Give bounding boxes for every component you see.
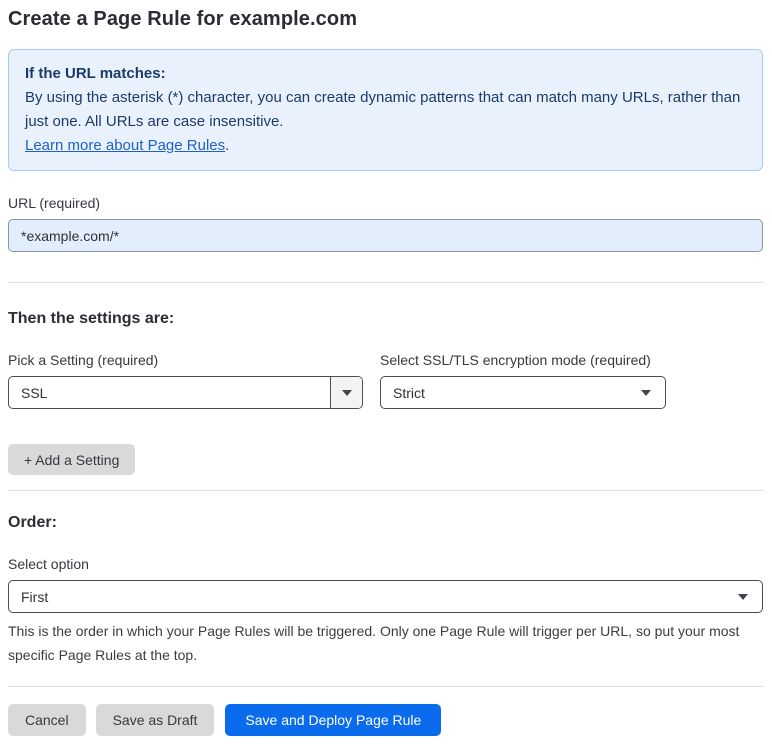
setting-select[interactable]: SSL: [8, 376, 363, 409]
save-as-draft-button[interactable]: Save as Draft: [95, 704, 215, 736]
ssl-mode-label: Select SSL/TLS encryption mode (required…: [380, 352, 651, 368]
mode-column: Select SSL/TLS encryption mode (required…: [380, 352, 666, 409]
order-section-heading: Order:: [8, 514, 57, 531]
info-box-heading: If the URL matches:: [25, 65, 166, 82]
divider: [8, 490, 763, 491]
setting-column: Pick a Setting (required) SSL: [8, 352, 363, 409]
divider: [8, 282, 763, 283]
chevron-down-icon: [641, 389, 651, 396]
pick-setting-label: Pick a Setting (required): [8, 352, 159, 368]
ssl-mode-select[interactable]: Strict: [380, 376, 666, 409]
learn-more-link[interactable]: Learn more about Page Rules: [25, 137, 225, 154]
order-select-value: First: [21, 588, 49, 605]
ssl-mode-select-value: Strict: [393, 384, 425, 401]
setting-select-value: SSL: [21, 384, 48, 401]
page-rule-form: Create a Page Rule for example.com If th…: [0, 0, 772, 750]
info-box-text: By using the asterisk (*) character, you…: [25, 89, 741, 130]
url-label: URL (required): [8, 195, 101, 211]
setting-select-arrow-box[interactable]: [330, 377, 362, 408]
chevron-down-icon: [341, 389, 352, 396]
cancel-button[interactable]: Cancel: [8, 704, 86, 736]
info-box-body: By using the asterisk (*) character, you…: [25, 86, 746, 134]
page-title: Create a Page Rule for example.com: [8, 8, 358, 30]
info-box-link-line: Learn more about Page Rules.: [25, 134, 746, 158]
link-period: .: [225, 137, 230, 154]
divider: [8, 686, 763, 687]
form-actions: Cancel Save as Draft Save and Deploy Pag…: [8, 704, 763, 736]
chevron-down-icon: [738, 593, 748, 600]
save-and-deploy-button[interactable]: Save and Deploy Page Rule: [225, 704, 442, 736]
add-setting-button[interactable]: + Add a Setting: [8, 444, 136, 475]
order-select[interactable]: First: [8, 580, 763, 613]
settings-selects-row: Pick a Setting (required) SSL Select SSL…: [8, 352, 763, 409]
order-help-text: This is the order in which your Page Rul…: [8, 623, 740, 663]
url-match-info-box: If the URL matches: By using the asteris…: [8, 49, 763, 171]
settings-section-heading: Then the settings are:: [8, 310, 175, 327]
order-select-label: Select option: [8, 556, 89, 572]
url-input[interactable]: [8, 219, 763, 252]
